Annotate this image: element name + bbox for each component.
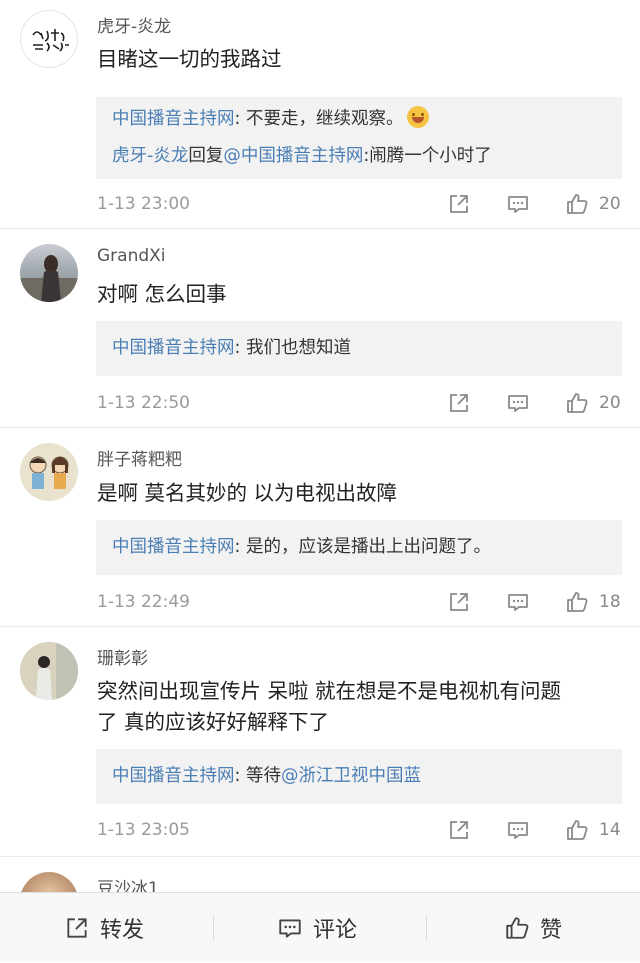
- comment-text-line: 了 真的应该好好解释下了: [97, 710, 330, 734]
- share-icon[interactable]: [447, 818, 471, 842]
- comment-label: 评论: [313, 918, 358, 943]
- reply-box[interactable]: 中国播音主持网: 等待@浙江卫视中国蓝: [96, 749, 622, 804]
- reply-mention[interactable]: @浙江卫视中国蓝: [281, 766, 421, 786]
- reply-line: 中国播音主持网: 我们也想知道: [112, 330, 606, 367]
- like-count: 20: [599, 194, 621, 214]
- reply-author[interactable]: 中国播音主持网: [112, 338, 235, 358]
- avatar-person-image: [20, 255, 78, 302]
- avatar[interactable]: [20, 642, 78, 700]
- reply-box[interactable]: 中国播音主持网: 不要走，继续观察。 虎牙-炎龙回复@中国播音主持网:闹腾一个小…: [96, 97, 622, 179]
- comment-meta: 1-13 23:00 20: [97, 189, 626, 219]
- comment-item: 胖子蒋粑粑 是啊 莫名其妙的 以为电视出故障 中国播音主持网: 是的，应该是播出…: [0, 428, 640, 627]
- share-icon[interactable]: [447, 391, 471, 415]
- bottom-action-bar: 转发 评论 赞: [0, 892, 640, 962]
- divider: [213, 915, 214, 941]
- reply-box[interactable]: 中国播音主持网: 是的，应该是播出上出问题了。: [96, 520, 622, 575]
- divider: [426, 915, 427, 941]
- avatar[interactable]: [20, 244, 78, 302]
- repost-button[interactable]: 转发: [64, 893, 144, 963]
- reply-line: 中国播音主持网: 等待@浙江卫视中国蓝: [112, 758, 606, 795]
- share-icon[interactable]: [447, 590, 471, 614]
- timestamp: 1-13 23:05: [97, 820, 190, 840]
- username[interactable]: 豆沙冰1: [97, 874, 159, 892]
- reply-author[interactable]: 中国播音主持网: [112, 109, 235, 129]
- timestamp: 1-13 22:49: [97, 592, 190, 612]
- username[interactable]: GrandXi: [97, 246, 166, 266]
- reply-box[interactable]: 中国播音主持网: 我们也想知道: [96, 321, 622, 376]
- like-count: 14: [599, 820, 621, 840]
- share-icon[interactable]: [447, 192, 471, 216]
- avatar-drawing-image: [29, 456, 69, 489]
- username[interactable]: 胖子蒋粑粑: [97, 445, 182, 470]
- comment-meta: 1-13 23:05 14: [97, 815, 626, 845]
- reply-line: 虎牙-炎龙回复@中国播音主持网:闹腾一个小时了: [112, 138, 606, 175]
- thumbs-up-icon[interactable]: [565, 590, 589, 614]
- comment-text: 是啊 莫名其妙的 以为电视出故障: [97, 481, 398, 505]
- avatar-calligraphy-image: [32, 29, 69, 52]
- reply-mention[interactable]: @中国播音主持网: [223, 146, 363, 166]
- like-button[interactable]: 赞: [504, 893, 562, 963]
- reply-author[interactable]: 虎牙-炎龙: [112, 146, 188, 166]
- comment-meta: 1-13 22:50 20: [97, 388, 626, 418]
- comment-text: 对啊 怎么回事: [97, 282, 227, 306]
- comment-icon[interactable]: [506, 590, 530, 614]
- comment-feed[interactable]: 虎牙-炎龙 目睹这一切的我路过 中国播音主持网: 不要走，继续观察。 虎牙-炎龙…: [0, 0, 640, 892]
- avatar[interactable]: [20, 443, 78, 501]
- reply-line: 中国播音主持网: 是的，应该是播出上出问题了。: [112, 529, 606, 566]
- like-label: 赞: [540, 918, 563, 943]
- thumbs-up-icon[interactable]: [565, 391, 589, 415]
- reply-text: 等待: [245, 766, 281, 786]
- comment-item: GrandXi 对啊 怎么回事 中国播音主持网: 我们也想知道 1-13 22:…: [0, 229, 640, 428]
- timestamp: 1-13 22:50: [97, 393, 190, 413]
- avatar[interactable]: [20, 10, 78, 68]
- comment-icon: [279, 919, 301, 938]
- reply-text: 我们也想知道: [245, 338, 351, 358]
- comment-icon[interactable]: [506, 818, 530, 842]
- timestamp: 1-13 23:00: [97, 194, 190, 214]
- avatar-photo-image: [20, 642, 78, 700]
- reply-author[interactable]: 中国播音主持网: [112, 766, 235, 786]
- comment-text: 目睹这一切的我路过: [97, 47, 282, 71]
- comment-item: 豆沙冰1: [0, 857, 640, 892]
- comment-icon[interactable]: [506, 391, 530, 415]
- comment-icon[interactable]: [506, 192, 530, 216]
- like-count: 20: [599, 393, 621, 413]
- comment-meta: 1-13 22:49 18: [97, 587, 626, 617]
- share-icon: [67, 918, 87, 938]
- comment-item: 虎牙-炎龙 目睹这一切的我路过 中国播音主持网: 不要走，继续观察。 虎牙-炎龙…: [0, 0, 640, 229]
- reply-text: 是的，应该是播出上出问题了。: [245, 537, 491, 557]
- reply-text: 不要走，继续观察。: [245, 109, 404, 129]
- reply-text: 闹腾一个小时了: [369, 146, 492, 166]
- like-count: 18: [599, 592, 621, 612]
- reply-separator: :: [234, 109, 246, 129]
- reply-author[interactable]: 中国播音主持网: [112, 537, 235, 557]
- thumbs-up-icon[interactable]: [565, 818, 589, 842]
- username[interactable]: 虎牙-炎龙: [97, 12, 171, 37]
- repost-label: 转发: [100, 918, 145, 943]
- username[interactable]: 珊彰彰: [97, 644, 148, 669]
- comment-text-line: 突然间出现宣传片 呆啦 就在想是不是电视机有问题: [97, 679, 562, 703]
- reply-separator: :: [234, 338, 246, 358]
- comment-button[interactable]: 评论: [277, 893, 357, 963]
- smiling-face-emoji: [407, 106, 430, 128]
- reply-line: 中国播音主持网: 不要走，继续观察。: [112, 101, 606, 138]
- avatar[interactable]: [20, 872, 78, 892]
- thumbs-up-icon[interactable]: [565, 192, 589, 216]
- reply-separator: :: [234, 766, 246, 786]
- reply-separator: :: [234, 537, 246, 557]
- reply-verb: 回复: [188, 146, 224, 166]
- comment-item: 珊彰彰 突然间出现宣传片 呆啦 就在想是不是电视机有问题 了 真的应该好好解释下…: [0, 627, 640, 857]
- thumbs-up-icon: [506, 917, 529, 939]
